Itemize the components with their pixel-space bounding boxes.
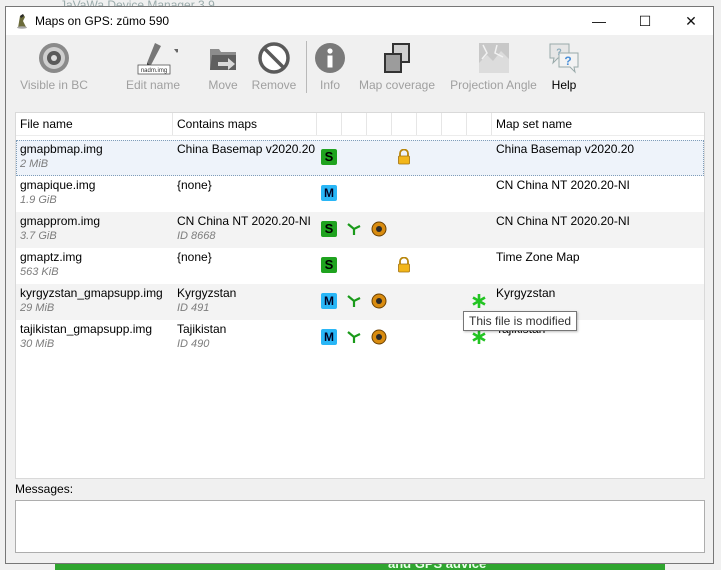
modified-tooltip: This file is modified	[463, 311, 577, 331]
m-map-type-icon: M	[321, 329, 337, 345]
info-icon	[315, 43, 345, 73]
help-speech-bubbles-icon: ? ?	[549, 43, 579, 74]
s-map-type-icon: S	[321, 149, 337, 165]
visible-in-bc-label: Visible in BC	[20, 78, 88, 92]
column-header-icon[interactable]	[392, 113, 417, 135]
column-header-icon[interactable]	[342, 113, 367, 135]
toolbar-separator	[306, 41, 307, 93]
file-size: 3.7 GiB	[20, 230, 57, 242]
table-row[interactable]: gmapique.img 1.9 GiB {none} M CN China N…	[16, 176, 704, 212]
edit-name-label: Edit name	[125, 78, 181, 92]
map-set-name: Kyrgyzstan	[496, 286, 556, 300]
info-label: Info	[319, 78, 340, 92]
table-row[interactable]: gmapprom.img 3.7 GiB CN China NT 2020.20…	[16, 212, 704, 248]
projection-angle-label: Projection Angle	[450, 78, 537, 92]
edit-name-icon: nadm.img	[137, 43, 178, 75]
projection-angle-button[interactable]: Projection Angle	[446, 41, 541, 97]
maximize-button[interactable]: ☐	[622, 7, 668, 35]
remove-label: Remove	[251, 78, 297, 92]
file-size: 29 MiB	[20, 302, 55, 314]
contains-maps: {none}	[177, 250, 212, 264]
file-size: 2 MiB	[20, 158, 49, 170]
projection-angle-icon	[478, 43, 509, 73]
m-map-type-icon: M	[321, 293, 337, 309]
remove-icon	[258, 42, 290, 74]
column-header-contains-maps[interactable]: Contains maps	[173, 113, 317, 135]
edit-name-icon-text: nadm.img	[141, 68, 167, 74]
column-header-icon[interactable]	[367, 113, 392, 135]
map-set-name: Time Zone Map	[496, 250, 580, 264]
table-row[interactable]: kyrgyzstan_gmapsupp.img 29 MiB Kyrgyzsta…	[16, 284, 704, 320]
file-size: 30 MiB	[20, 338, 55, 350]
minimize-button[interactable]: —	[576, 7, 622, 35]
routing-icon	[347, 295, 361, 307]
messages-textarea[interactable]	[15, 500, 705, 553]
close-button[interactable]: ✕	[668, 7, 714, 35]
column-header-map-set-name[interactable]: Map set name	[492, 113, 704, 135]
file-name: gmapprom.img	[20, 214, 101, 228]
file-name: gmapique.img	[20, 178, 96, 192]
svg-text:?: ?	[564, 54, 571, 68]
column-header-file-name[interactable]: File name	[16, 113, 173, 135]
map-id: ID 491	[177, 302, 210, 314]
column-header-icon[interactable]	[467, 113, 492, 135]
edit-name-button[interactable]: nadm.img Edit name	[118, 41, 188, 97]
file-size: 1.9 GiB	[20, 194, 57, 206]
column-header-icon[interactable]	[417, 113, 442, 135]
modified-asterisk-icon	[472, 330, 486, 344]
basecamp-compass-icon	[39, 43, 69, 73]
move-button[interactable]: Move	[202, 41, 244, 97]
maps-table[interactable]: File name Contains maps Map set name gma…	[15, 112, 705, 479]
move-label: Move	[208, 78, 238, 92]
map-id: ID 8668	[177, 230, 216, 242]
map-coverage-label: Map coverage	[358, 78, 436, 92]
poi-icon	[371, 329, 387, 345]
help-label: Help	[551, 78, 577, 92]
title-bar[interactable]: Maps on GPS: zūmo 590 — ☐ ✕	[6, 7, 713, 35]
toolbar: Visible in BC nadm.img Edit name Move Re…	[6, 35, 713, 101]
column-header-icon[interactable]	[442, 113, 467, 135]
app-icon	[17, 14, 27, 29]
map-set-name: China Basemap v2020.20	[496, 142, 635, 156]
file-name: gmapbmap.img	[20, 142, 103, 156]
s-map-type-icon: S	[321, 257, 337, 273]
maps-on-gps-dialog: Maps on GPS: zūmo 590 — ☐ ✕ Visible in B…	[5, 6, 714, 564]
routing-icon	[347, 223, 361, 235]
map-set-name: CN China NT 2020.20-NI	[496, 214, 630, 228]
move-folder-icon	[210, 49, 236, 70]
routing-icon	[347, 331, 361, 343]
file-name: tajikistan_gmapsupp.img	[20, 322, 153, 336]
remove-button[interactable]: Remove	[250, 41, 298, 97]
s-map-type-icon: S	[321, 221, 337, 237]
info-button[interactable]: Info	[312, 41, 348, 97]
help-button[interactable]: ? ? Help	[544, 41, 584, 97]
contains-maps: CN China NT 2020.20-NI	[177, 214, 311, 228]
contains-maps: Tajikistan	[177, 322, 227, 336]
table-row[interactable]: tajikistan_gmapsupp.img 30 MiB Tajikista…	[16, 320, 704, 356]
map-set-name: CN China NT 2020.20-NI	[496, 178, 630, 192]
lock-icon	[398, 149, 410, 165]
svg-text:?: ?	[556, 47, 562, 57]
modified-asterisk-icon	[472, 294, 486, 308]
map-coverage-button[interactable]: Map coverage	[357, 41, 437, 97]
map-id: ID 490	[177, 338, 210, 350]
contains-maps: Kyrgyzstan	[177, 286, 237, 300]
lock-icon	[398, 257, 410, 273]
contains-maps: China Basemap v2020.20	[177, 142, 316, 156]
m-map-type-icon: M	[321, 185, 337, 201]
column-header-icon[interactable]	[317, 113, 342, 135]
file-name: gmaptz.img	[20, 250, 83, 264]
window-title: Maps on GPS: zūmo 590	[35, 14, 170, 28]
poi-icon	[371, 293, 387, 309]
poi-icon	[371, 221, 387, 237]
table-row[interactable]: gmapbmap.img 2 MiB China Basemap v2020.2…	[16, 140, 704, 176]
contains-maps: {none}	[177, 178, 212, 192]
visible-in-bc-button[interactable]: Visible in BC	[18, 41, 90, 97]
file-size: 563 KiB	[20, 266, 59, 278]
messages-label: Messages:	[15, 482, 74, 496]
file-name: kyrgyzstan_gmapsupp.img	[20, 286, 163, 300]
map-coverage-icon	[384, 43, 410, 73]
table-header: File name Contains maps Map set name	[16, 113, 704, 136]
table-row[interactable]: gmaptz.img 563 KiB {none} S Time Zone Ma…	[16, 248, 704, 284]
